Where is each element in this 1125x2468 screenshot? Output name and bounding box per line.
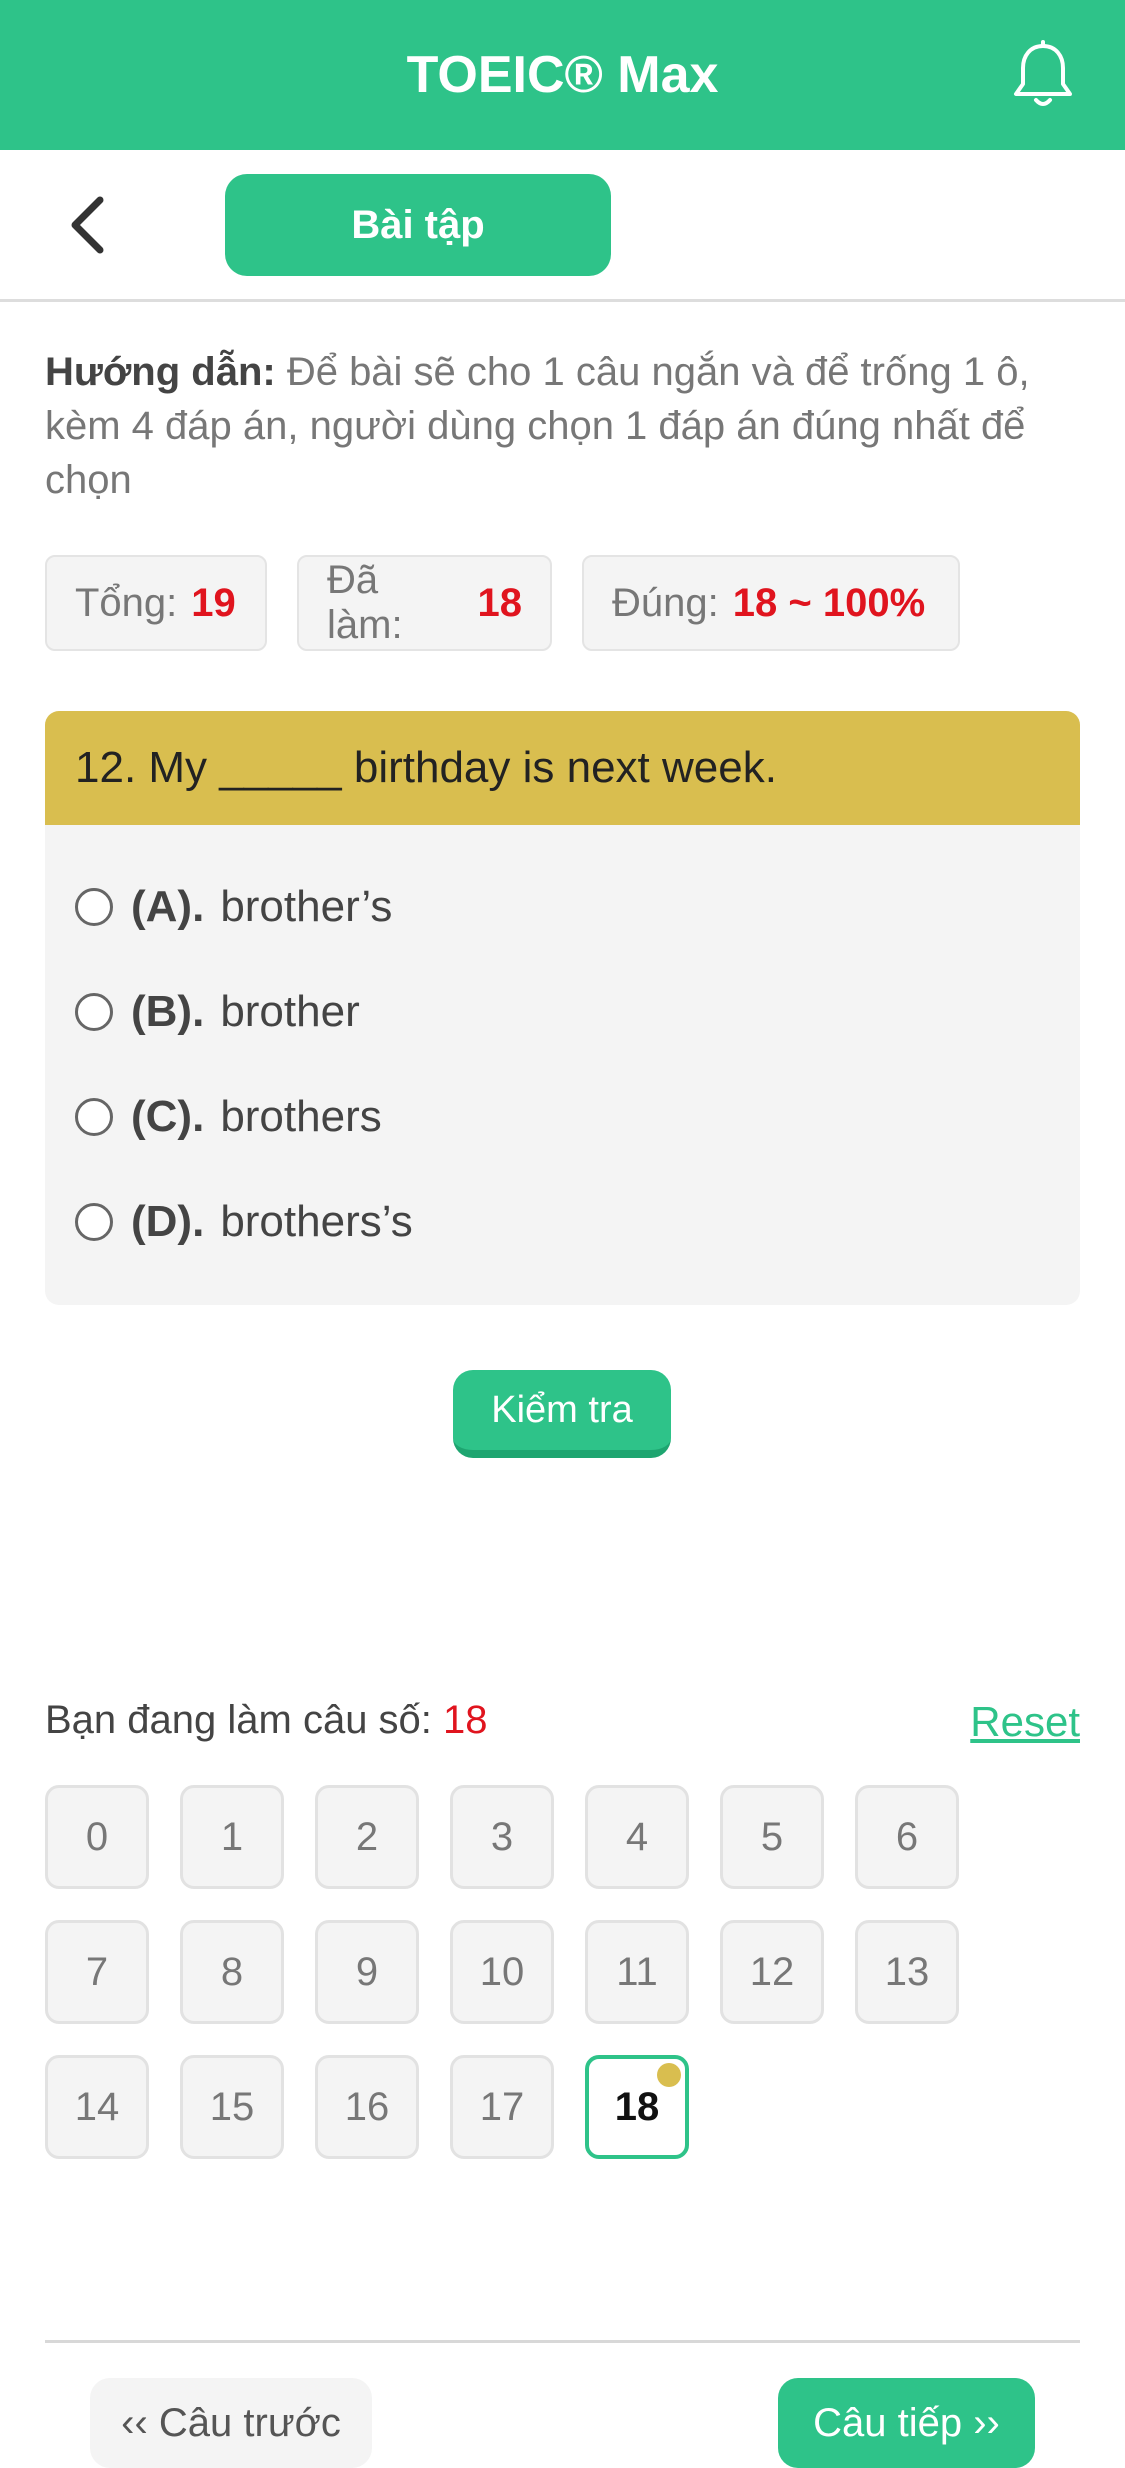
- option-key: (D).: [131, 1197, 205, 1246]
- footer-divider: [45, 2340, 1080, 2343]
- radio-button[interactable]: [75, 888, 113, 926]
- question-text: 12. My _____ birthday is next week.: [45, 711, 1080, 825]
- reset-link[interactable]: Reset: [970, 1698, 1080, 1746]
- bell-icon[interactable]: [1010, 40, 1076, 112]
- question-number-button[interactable]: 5: [720, 1785, 824, 1889]
- question-number-button[interactable]: 15: [180, 2055, 284, 2159]
- stat-total: Tổng: 19: [45, 555, 267, 651]
- question-number-button[interactable]: 14: [45, 2055, 149, 2159]
- question-number-button[interactable]: 7: [45, 1920, 149, 2024]
- radio-button[interactable]: [75, 993, 113, 1031]
- next-question-button[interactable]: Câu tiếp ››: [778, 2378, 1035, 2468]
- question-number-button-current[interactable]: 18: [585, 2055, 689, 2159]
- stat-done: Đã làm: 18: [297, 555, 552, 651]
- stat-done-label: Đã làm:: [327, 558, 403, 647]
- app-header: TOEIC® Max: [0, 0, 1125, 150]
- answer-options: (A). brother’s (B). brother (C). brother…: [45, 825, 1080, 1305]
- chevron-left-icon[interactable]: [60, 190, 120, 260]
- option-text: brothers’s: [220, 1197, 413, 1246]
- stat-total-label: Tổng:: [75, 580, 178, 625]
- question-number-button[interactable]: 4: [585, 1785, 689, 1889]
- tab-exercise[interactable]: Bài tập: [225, 174, 611, 276]
- instructions: Hướng dẫn: Để bài sẽ cho 1 câu ngắn và đ…: [45, 345, 1085, 507]
- question-number-button[interactable]: 16: [315, 2055, 419, 2159]
- question-number-button[interactable]: 11: [585, 1920, 689, 2024]
- question-number-button[interactable]: 17: [450, 2055, 554, 2159]
- nav-row: Bài tập: [0, 150, 1125, 302]
- question-number-button[interactable]: 6: [855, 1785, 959, 1889]
- stat-correct-label: Đúng:: [612, 580, 719, 625]
- option-key: (B).: [131, 987, 205, 1036]
- option-text: brother: [220, 987, 360, 1036]
- question-number-button[interactable]: 12: [720, 1920, 824, 2024]
- stat-correct: Đúng: 18 ~ 100%: [582, 555, 960, 651]
- option-text: brother’s: [220, 882, 393, 931]
- stat-total-value: 19: [191, 580, 236, 625]
- current-indicator-dot: [657, 2063, 681, 2087]
- question-number-button[interactable]: 3: [450, 1785, 554, 1889]
- option-a[interactable]: (A). brother’s: [75, 867, 392, 947]
- current-question-number: 18: [443, 1698, 488, 1742]
- current-question-text: Bạn đang làm câu số:: [45, 1698, 432, 1742]
- option-c[interactable]: (C). brothers: [75, 1077, 382, 1157]
- stat-done-value: 18: [477, 580, 523, 625]
- option-key: (C).: [131, 1092, 205, 1141]
- question-number-button[interactable]: 0: [45, 1785, 149, 1889]
- option-d[interactable]: (D). brothers’s: [75, 1182, 413, 1262]
- question-number-button[interactable]: 8: [180, 1920, 284, 2024]
- option-b[interactable]: (B). brother: [75, 972, 360, 1052]
- question-number: 18: [614, 2084, 660, 2129]
- option-key: (A).: [131, 882, 205, 931]
- question-number-button[interactable]: 13: [855, 1920, 959, 2024]
- app-title: TOEIC® Max: [406, 46, 719, 104]
- question-number-button[interactable]: 2: [315, 1785, 419, 1889]
- stat-correct-value: 18 ~ 100%: [732, 580, 926, 625]
- radio-button[interactable]: [75, 1203, 113, 1241]
- option-text: brothers: [220, 1092, 382, 1141]
- current-question-label: Bạn đang làm câu số: 18: [45, 1698, 488, 1743]
- check-button[interactable]: Kiểm tra: [453, 1370, 671, 1458]
- previous-question-button[interactable]: ‹‹ Câu trước: [90, 2378, 372, 2468]
- instructions-label: Hướng dẫn:: [45, 350, 276, 394]
- question-number-button[interactable]: 9: [315, 1920, 419, 2024]
- radio-button[interactable]: [75, 1098, 113, 1136]
- question-number-button[interactable]: 1: [180, 1785, 284, 1889]
- question-number-button[interactable]: 10: [450, 1920, 554, 2024]
